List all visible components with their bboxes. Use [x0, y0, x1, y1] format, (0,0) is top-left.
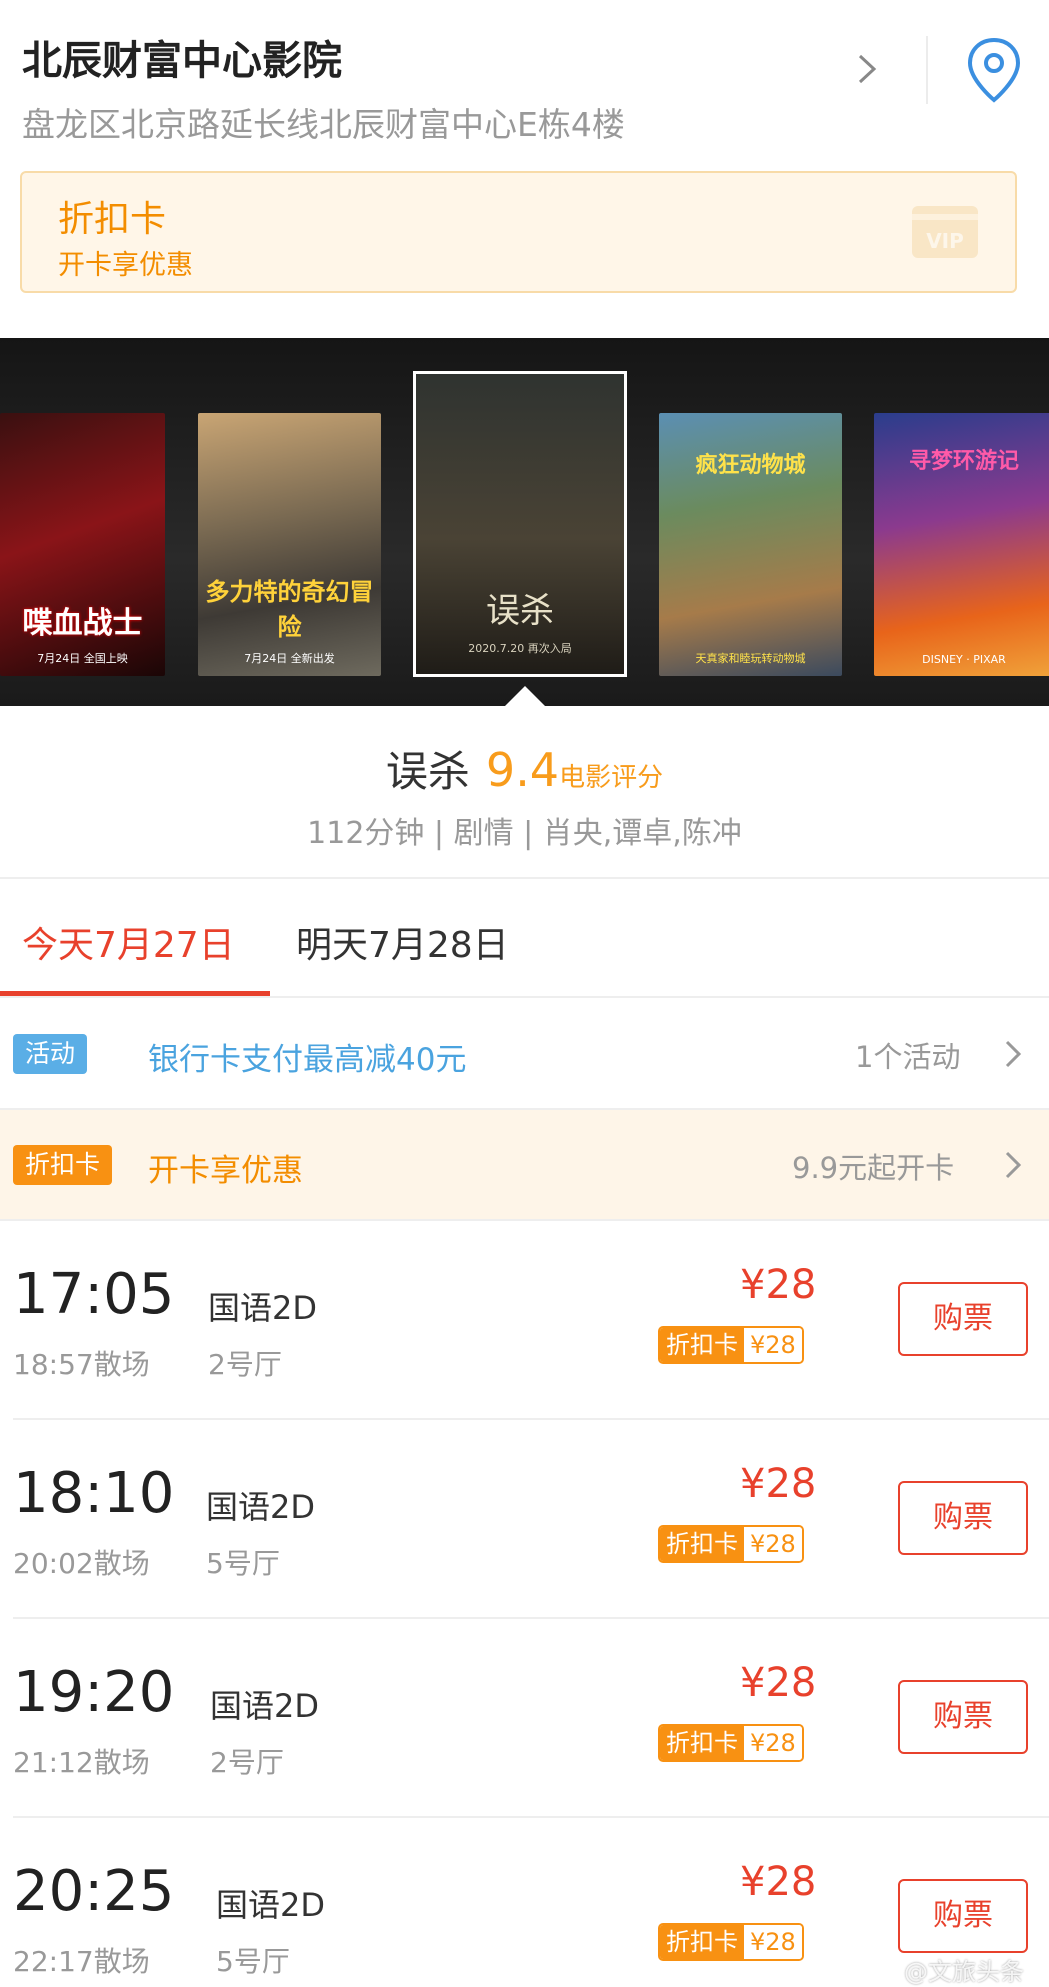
poster-title: 喋血战士 [22, 606, 143, 641]
showtime-start: 17:05 [13, 1262, 175, 1327]
discount-price-tag: 折扣卡 ¥28 [658, 1923, 804, 1961]
discount-card-row-text: 开卡享优惠 [148, 1153, 303, 1189]
chevron-right-icon[interactable] [852, 50, 882, 88]
divider [13, 1816, 1049, 1818]
showtime-price: ¥28 [740, 1461, 817, 1507]
movie-title-line: 误杀 9.4电影评分 [0, 738, 1049, 799]
showtime-start: 18:10 [13, 1461, 175, 1526]
discount-card-subtitle: 开卡享优惠 [58, 250, 193, 281]
poster-title: 误杀 [486, 591, 554, 631]
svg-text:VIP: VIP [926, 229, 964, 253]
discount-card-title: 折扣卡 [58, 199, 167, 240]
movie-name: 误杀 [385, 747, 470, 796]
showtime-language: 国语2D [216, 1886, 326, 1924]
discount-tag-price: ¥28 [744, 1726, 802, 1760]
chevron-right-icon[interactable] [1002, 1149, 1024, 1181]
buy-ticket-button[interactable]: 购票 [898, 1282, 1028, 1356]
discount-tag-price: ¥28 [744, 1328, 802, 1362]
poster-date: 天真家和睦玩转动物城 [695, 652, 806, 665]
movie-score-label: 电影评分 [559, 763, 664, 793]
buy-ticket-button[interactable]: 购票 [898, 1680, 1028, 1754]
divider [0, 996, 1049, 998]
discount-card-row-price: 9.9元起开卡 [792, 1151, 955, 1185]
showtime-start: 19:20 [13, 1660, 175, 1725]
location-pin-icon[interactable] [966, 36, 1022, 104]
divider [13, 1617, 1049, 1619]
showtime-hall: 2号厅 [210, 1746, 284, 1779]
showtime-end: 21:12散场 [13, 1746, 150, 1779]
showtime-end: 18:57散场 [13, 1348, 150, 1381]
poster-title: 多力特的奇幻冒险 [205, 578, 374, 641]
showtime-language: 国语2D [210, 1687, 320, 1725]
poster-zootopia[interactable]: 疯狂动物城 天真家和睦玩转动物城 [659, 413, 842, 676]
discount-price-tag: 折扣卡 ¥28 [658, 1326, 804, 1364]
movie-meta: 112分钟 | 剧情 | 肖央,谭卓,陈冲 [307, 816, 742, 851]
showtime-start: 20:25 [13, 1859, 175, 1924]
discount-price-tag: 折扣卡 ¥28 [658, 1724, 804, 1762]
discount-tag-label: 折扣卡 [660, 1726, 744, 1760]
activity-count[interactable]: 1个活动 [855, 1034, 960, 1076]
cinema-name[interactable]: 北辰财富中心影院 [22, 28, 342, 86]
header-divider [926, 36, 928, 104]
showtime-price: ¥28 [740, 1660, 817, 1706]
cinema-address[interactable]: 盘龙区北京路延长线北辰财富中心E栋4楼 [22, 98, 625, 146]
discount-tag-price: ¥28 [744, 1925, 802, 1959]
poster-carousel[interactable]: 喋血战士 7月24日 全国上映 多力特的奇幻冒险 7月24日 全新出发 误杀 2… [0, 338, 1049, 706]
divider [13, 1418, 1049, 1420]
divider [0, 877, 1049, 879]
buy-ticket-button[interactable]: 购票 [898, 1481, 1028, 1555]
discount-tag-label: 折扣卡 [660, 1925, 744, 1959]
showtime-language: 国语2D [206, 1488, 316, 1526]
divider [0, 1108, 1049, 1110]
poster-date: 7月24日 全国上映 [37, 652, 128, 665]
poster-date: 2020.7.20 再次入局 [468, 642, 572, 655]
poster-date: 7月24日 全新出发 [244, 652, 335, 665]
showtime-price: ¥28 [740, 1859, 817, 1905]
tab-tomorrow[interactable]: 明天7月28日 [296, 916, 509, 968]
activity-text[interactable]: 银行卡支付最高减40元 [148, 1034, 466, 1079]
poster-dolittle[interactable]: 多力特的奇幻冒险 7月24日 全新出发 [198, 413, 381, 676]
showtime-hall: 5号厅 [206, 1547, 280, 1580]
showtime-hall: 5号厅 [216, 1945, 290, 1978]
divider [0, 1219, 1049, 1221]
discount-tag-price: ¥28 [744, 1527, 802, 1561]
discount-price-tag: 折扣卡 ¥28 [658, 1525, 804, 1563]
selected-poster-pointer [503, 686, 547, 708]
chevron-right-icon[interactable] [1002, 1038, 1024, 1070]
showtime-end: 22:17散场 [13, 1945, 150, 1978]
showtime-price: ¥28 [740, 1262, 817, 1308]
buy-ticket-button[interactable]: 购票 [898, 1879, 1028, 1953]
discount-card-badge: 折扣卡 [13, 1145, 113, 1185]
watermark: @文旅头条 [904, 1958, 1024, 1986]
tab-today[interactable]: 今天7月27日 [22, 916, 235, 968]
poster-coco[interactable]: 寻梦环游记 DISNEY · PIXAR [874, 413, 1049, 676]
showtime-end: 20:02散场 [13, 1547, 150, 1580]
poster-bloodshot[interactable]: 喋血战士 7月24日 全国上映 [0, 413, 165, 676]
vip-card-icon: VIP [912, 206, 978, 258]
poster-date: DISNEY · PIXAR [922, 653, 1006, 666]
discount-tag-label: 折扣卡 [660, 1328, 744, 1362]
showtime-hall: 2号厅 [208, 1348, 282, 1381]
poster-title: 寻梦环游记 [908, 449, 1019, 474]
poster-selected-sheep-without-shepherd[interactable]: 误杀 2020.7.20 再次入局 [413, 371, 627, 677]
poster-title: 疯狂动物城 [695, 453, 806, 478]
discount-tag-label: 折扣卡 [660, 1527, 744, 1561]
activity-badge: 活动 [13, 1034, 88, 1074]
movie-score: 9.4 [485, 743, 560, 797]
showtime-language: 国语2D [208, 1289, 318, 1327]
